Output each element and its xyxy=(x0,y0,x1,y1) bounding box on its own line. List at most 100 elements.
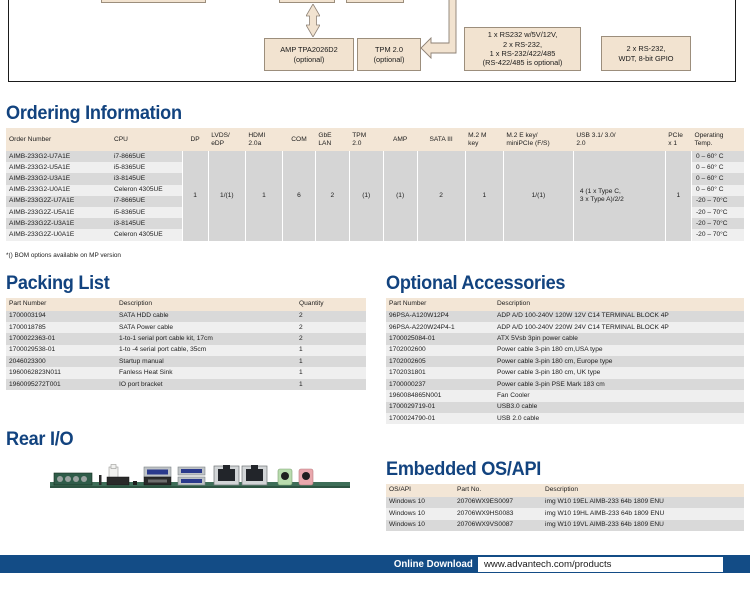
optional-body: 96PSA-A120W12P4 ADP A/D 100-240V 120W 12V… xyxy=(386,310,744,425)
cell-os: Windows 10 xyxy=(389,509,425,517)
cell-cpu: Celeron 4305UE xyxy=(113,230,163,238)
table-row: 1960062823N011 Fanless Heat Sink 1 xyxy=(6,367,366,379)
col-cpu-label: CPU xyxy=(113,136,128,143)
packing-body: 1700003194 SATA HDD cable 2 1700018785 SATA… xyxy=(6,310,366,391)
col-description: Description xyxy=(494,298,744,311)
cell-desc: Power cable 3-pin 180 cm, UK type xyxy=(497,369,601,377)
packing-header-row: Part Number Description Quantity xyxy=(6,298,366,311)
table-row: 1700003194 SATA HDD cable 2 xyxy=(6,310,366,322)
packing-list-table: Part Number Description Quantity 1700003… xyxy=(6,298,366,391)
table-row: 1960095272T001 IO port bracket 1 xyxy=(6,378,366,391)
cell-desc: 1-to -4 serial port cable, 35cm xyxy=(119,346,207,354)
cell-order-number: AIMB-233G2Z-U3A1E xyxy=(9,219,75,227)
diagram-box-top-1 xyxy=(101,0,206,3)
col-part-number-label: Part Number xyxy=(9,300,47,308)
cell-desc: Power cable 3-pin PSE Mark 183 cm xyxy=(497,380,605,388)
cell-operating-temp: -20 – 70°C xyxy=(695,219,728,227)
diagram-box-amp-label: AMP TPA2026D2 (optional) xyxy=(280,45,338,64)
table-row: 1700018785 SATA Power cable 2 xyxy=(6,321,366,334)
cell-part: 2046023300 xyxy=(9,357,46,365)
col-lvds-edp-label: LVDS/ eDP xyxy=(211,132,230,147)
cell-m2-m-key: 1 xyxy=(464,151,504,241)
col-description-label: Description xyxy=(497,300,530,308)
col-operating-temp: Operating Temp. xyxy=(691,128,744,151)
diagram-arrow-elbow xyxy=(420,0,457,60)
cell-cpu: i3-8145UE xyxy=(113,219,146,227)
cell-amp: (1) xyxy=(382,151,418,241)
diagram-arrow-amp xyxy=(306,4,320,37)
col-m2-m-key: M.2 M key xyxy=(465,128,504,151)
col-part-no: Part No. xyxy=(454,484,542,497)
col-com: COM xyxy=(282,128,316,151)
rear-io-image xyxy=(50,462,350,498)
cell-os: Windows 10 xyxy=(389,498,425,506)
cell-desc: 1-to-1 serial port cable kit, 17cm xyxy=(119,334,213,342)
table-row: 96PSA-A220W24P4-1 ADP A/D 100-240V 220W 2… xyxy=(386,321,744,334)
col-quantity: Quantity xyxy=(296,298,366,311)
cell-qty: 2 xyxy=(299,334,303,342)
os-body: Windows 10 20706WX9ES0097 img W10 19EL AIM… xyxy=(386,496,744,532)
diagram-box-top-2 xyxy=(279,0,335,3)
block-diagram: AMP TPA2026D2 (optional) TPM 2.0 (option… xyxy=(8,0,736,82)
heading-embedded-os-api: Embedded OS/API xyxy=(386,458,542,480)
col-description: Description xyxy=(542,484,744,497)
col-gbe-lan: GbE LAN xyxy=(315,128,350,151)
heading-optional-accessories: Optional Accessories xyxy=(386,272,566,294)
cell-part: 1702002600 xyxy=(389,346,426,354)
diagram-box-gpio-label: 2 x RS-232, WDT, 8-bit GPIO xyxy=(618,44,674,63)
cell-qty: 1 xyxy=(299,357,303,365)
cell-part: 1700018785 xyxy=(9,323,46,331)
cell-m2-e-key: 1/(1) xyxy=(502,151,574,241)
cell-desc: Fanless Heat Sink xyxy=(119,369,173,377)
usb-ports-stack xyxy=(177,466,206,486)
cell-part: 1960084865N001 xyxy=(389,391,442,399)
diagram-box-gpio: 2 x RS-232, WDT, 8-bit GPIO xyxy=(601,36,691,71)
col-lvds-edp: LVDS/ eDP xyxy=(208,128,246,151)
online-download-url-box[interactable]: www.advantech.com/products xyxy=(478,556,723,572)
table-row: 1700029538-01 1-to -4 serial port cable, … xyxy=(6,344,366,357)
diagram-box-top-3 xyxy=(346,0,404,3)
cell-part: 20706WX9ES0097 xyxy=(457,498,514,506)
cell-desc: USB 2.0 cable xyxy=(497,414,540,422)
cell-com: 6 xyxy=(282,151,316,241)
col-m2-e-key-label: M.2 E key/ miniPCIe (F/S) xyxy=(506,132,550,147)
cell-desc: SATA HDD cable xyxy=(119,312,169,320)
table-row: 1702002600 Power cable 3-pin 180 cm,USA t… xyxy=(386,344,744,357)
cell-order-number: AIMB-233G2Z-U7A1E xyxy=(9,197,75,205)
col-cpu: CPU xyxy=(110,128,183,151)
lan-port-2 xyxy=(241,465,268,486)
diagram-box-amp: AMP TPA2026D2 (optional) xyxy=(264,38,354,71)
os-header-row: OS/API Part No. Description xyxy=(386,484,744,497)
table-row: 1700024790-01 USB 2.0 cable xyxy=(386,413,744,425)
diagram-box-serial: 1 x RS232 w/5V/12V, 2 x RS-232, 1 x RS-2… xyxy=(464,27,581,71)
cell-qty: 1 xyxy=(299,369,303,377)
col-quantity-label: Quantity xyxy=(299,300,324,308)
cell-cpu: Celeron 4305UE xyxy=(113,186,163,194)
table-row: Windows 10 20706WX9VS0087 img W10 19VL AIM… xyxy=(386,519,744,532)
col-description-label: Description xyxy=(545,486,578,494)
cell-part: 96PSA-A120W12P4 xyxy=(389,312,449,320)
cell-desc: SATA Power cable xyxy=(119,323,173,331)
cell-desc: Startup manual xyxy=(119,357,164,365)
col-part-number-label: Part Number xyxy=(389,300,427,308)
cell-part: 1700029538-01 xyxy=(9,346,56,354)
table-row: 1702002605 Power cable 3-pin 180 cm, Euro… xyxy=(386,356,744,368)
heading-ordering-information: Ordering Information xyxy=(6,102,182,124)
cell-part: 1700000237 xyxy=(389,380,426,388)
cell-desc: IO port bracket xyxy=(119,380,163,388)
table-row: 1960084865N001 Fan Cooler xyxy=(386,390,744,402)
cell-order-number: AIMB-233G2-U0A1E xyxy=(9,186,71,194)
cell-desc: ATX 5Vsb 3pin power cable xyxy=(497,334,578,342)
cell-part: 1960062823N011 xyxy=(9,369,61,377)
cell-cpu: i7-8665UE xyxy=(113,197,146,205)
terminal-block-connector xyxy=(53,472,93,486)
table-row: 1700000237 Power cable 3-pin PSE Mark 183… xyxy=(386,378,744,391)
cell-order-number: AIMB-233G2-U7A1E xyxy=(9,152,71,160)
cell-operating-temp: 0 – 60° C xyxy=(695,174,724,182)
table-row: Windows 10 20706WX9HS0083 img W10 19HL AIM… xyxy=(386,508,744,520)
online-download-url[interactable]: www.advantech.com/products xyxy=(479,558,722,570)
diagram-box-tpm-label: TPM 2.0 (optional) xyxy=(373,45,405,64)
cell-lvds-edp: 1/(1) xyxy=(207,151,246,241)
col-part-no-label: Part No. xyxy=(457,486,482,494)
heading-rear-io: Rear I/O xyxy=(6,428,74,450)
